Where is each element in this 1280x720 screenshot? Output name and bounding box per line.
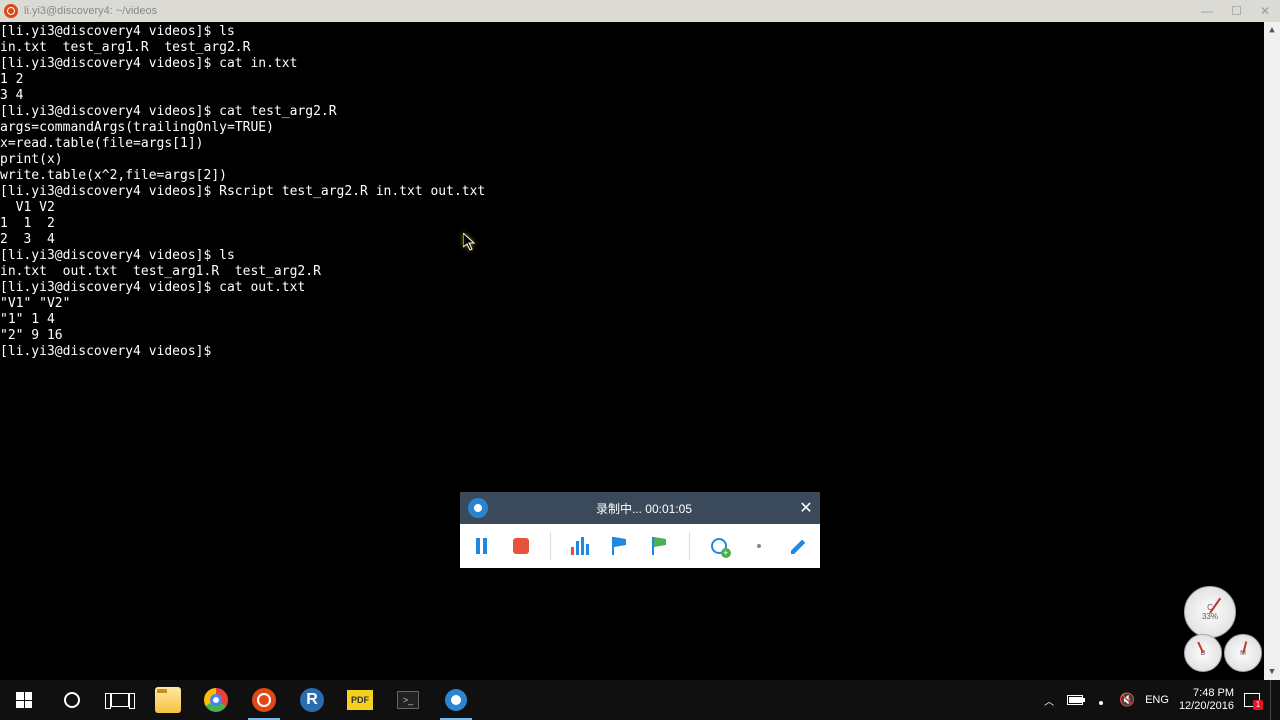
- terminal-output[interactable]: [li.yi3@discovery4 videos]$ lsin.txt tes…: [0, 22, 1280, 680]
- memory-gauge[interactable]: M: [1224, 634, 1262, 672]
- zoom-icon: [711, 538, 727, 554]
- date-label: 12/20/2016: [1179, 700, 1234, 713]
- terminal-line: print(x): [0, 152, 1280, 168]
- marker-button-1[interactable]: [609, 532, 631, 560]
- recorder-icon: [445, 689, 467, 711]
- scroll-up-button[interactable]: ▲: [1264, 22, 1280, 38]
- file-explorer-button[interactable]: [144, 680, 192, 720]
- battery-icon: [1067, 695, 1083, 705]
- spotlight-button[interactable]: [748, 532, 770, 560]
- time-label: 7:48 PM: [1179, 687, 1234, 700]
- windows-taskbar: R PDF >_ ︿ 🔇 ENG 7:48 PM 12/20/2016: [0, 680, 1280, 720]
- close-button[interactable]: ✕: [1260, 4, 1270, 18]
- rstudio-button[interactable]: R: [288, 680, 336, 720]
- terminal-line: args=commandArgs(trailingOnly=TRUE): [0, 120, 1280, 136]
- terminal-line: [li.yi3@discovery4 videos]$ cat in.txt: [0, 56, 1280, 72]
- pencil-icon: [791, 538, 807, 554]
- marker-button-2[interactable]: [649, 532, 671, 560]
- stop-button[interactable]: [510, 532, 532, 560]
- maximize-button[interactable]: ☐: [1231, 4, 1242, 18]
- terminal-line: [li.yi3@discovery4 videos]$ cat test_arg…: [0, 104, 1280, 120]
- clock-button[interactable]: 7:48 PM 12/20/2016: [1179, 687, 1234, 713]
- windows-icon: [16, 692, 32, 708]
- separator: [550, 532, 551, 560]
- window-titlebar[interactable]: li.yi3@discovery4: ~/videos — ☐ ✕: [0, 0, 1280, 22]
- terminal-line: [li.yi3@discovery4 videos]$ cat out.txt: [0, 280, 1280, 296]
- command-prompt-button[interactable]: >_: [384, 680, 432, 720]
- terminal-line: "1" 1 4: [0, 312, 1280, 328]
- zoom-button[interactable]: [708, 532, 730, 560]
- terminal-icon: >_: [397, 691, 419, 709]
- battery-button[interactable]: [1067, 692, 1083, 708]
- start-button[interactable]: [0, 680, 48, 720]
- terminal-line: V1 V2: [0, 200, 1280, 216]
- network-button[interactable]: [1093, 692, 1109, 708]
- terminal-window: li.yi3@discovery4: ~/videos — ☐ ✕ [li.yi…: [0, 0, 1280, 680]
- terminal-line: 3 4: [0, 88, 1280, 104]
- audio-levels-button[interactable]: [569, 532, 591, 560]
- terminal-line: [li.yi3@discovery4 videos]$ ls: [0, 24, 1280, 40]
- disk-gauge[interactable]: D: [1184, 634, 1222, 672]
- recorder-toolbar: [460, 524, 820, 568]
- cpu-gauge[interactable]: C 33%: [1184, 586, 1236, 638]
- system-gauges: C 33% D M: [1184, 586, 1262, 672]
- scrollbar[interactable]: ▲ ▼: [1264, 22, 1280, 680]
- ubuntu-icon: [252, 688, 276, 712]
- recorder-logo-icon: [468, 498, 488, 518]
- recorder-header[interactable]: 录制中... 00:01:05 ✕: [460, 492, 820, 524]
- draw-button[interactable]: [788, 532, 810, 560]
- show-desktop-button[interactable]: [1270, 680, 1276, 720]
- terminal-line: 1 1 2: [0, 216, 1280, 232]
- ubuntu-terminal-button[interactable]: [240, 680, 288, 720]
- flag-icon: [652, 537, 668, 555]
- chrome-button[interactable]: [192, 680, 240, 720]
- notification-icon: [1244, 693, 1260, 707]
- cortana-button[interactable]: [48, 680, 96, 720]
- notifications-button[interactable]: [1244, 692, 1260, 708]
- terminal-line: [li.yi3@discovery4 videos]$: [0, 344, 1280, 360]
- r-icon: R: [300, 688, 324, 712]
- terminal-line: 2 3 4: [0, 232, 1280, 248]
- folder-icon: [155, 687, 181, 713]
- dot-icon: [757, 544, 761, 548]
- scroll-down-button[interactable]: ▼: [1264, 664, 1280, 680]
- ubuntu-icon: [4, 4, 18, 18]
- volume-button[interactable]: 🔇: [1119, 692, 1135, 708]
- pdf-icon: PDF: [347, 690, 373, 710]
- minimize-button[interactable]: —: [1201, 4, 1213, 18]
- terminal-line: [li.yi3@discovery4 videos]$ ls: [0, 248, 1280, 264]
- pause-icon: [476, 538, 487, 554]
- speaker-icon: 🔇: [1119, 692, 1135, 708]
- terminal-line: in.txt out.txt test_arg1.R test_arg2.R: [0, 264, 1280, 280]
- terminal-line: write.table(x^2,file=args[2]): [0, 168, 1280, 184]
- wifi-icon: [1094, 693, 1108, 707]
- language-button[interactable]: ENG: [1145, 694, 1169, 706]
- terminal-line: in.txt test_arg1.R test_arg2.R: [0, 40, 1280, 56]
- terminal-line: "V1" "V2": [0, 296, 1280, 312]
- pdf-viewer-button[interactable]: PDF: [336, 680, 384, 720]
- cortana-icon: [64, 692, 80, 708]
- terminal-line: [li.yi3@discovery4 videos]$ Rscript test…: [0, 184, 1280, 200]
- terminal-line: 1 2: [0, 72, 1280, 88]
- task-view-button[interactable]: [96, 680, 144, 720]
- recorder-app-button[interactable]: [432, 680, 480, 720]
- pause-button[interactable]: [470, 532, 492, 560]
- bars-icon: [571, 537, 589, 555]
- recorder-close-button[interactable]: ✕: [792, 498, 820, 518]
- tray-expand-button[interactable]: ︿: [1041, 692, 1057, 708]
- chrome-icon: [204, 688, 228, 712]
- separator: [689, 532, 690, 560]
- terminal-line: "2" 9 16: [0, 328, 1280, 344]
- stop-icon: [513, 538, 529, 554]
- recorder-status: 录制中... 00:01:05: [496, 500, 792, 517]
- window-title: li.yi3@discovery4: ~/videos: [24, 5, 1201, 17]
- task-view-icon: [111, 693, 129, 707]
- flag-icon: [612, 537, 628, 555]
- screen-recorder-panel[interactable]: 录制中... 00:01:05 ✕: [460, 492, 820, 568]
- terminal-line: x=read.table(file=args[1]): [0, 136, 1280, 152]
